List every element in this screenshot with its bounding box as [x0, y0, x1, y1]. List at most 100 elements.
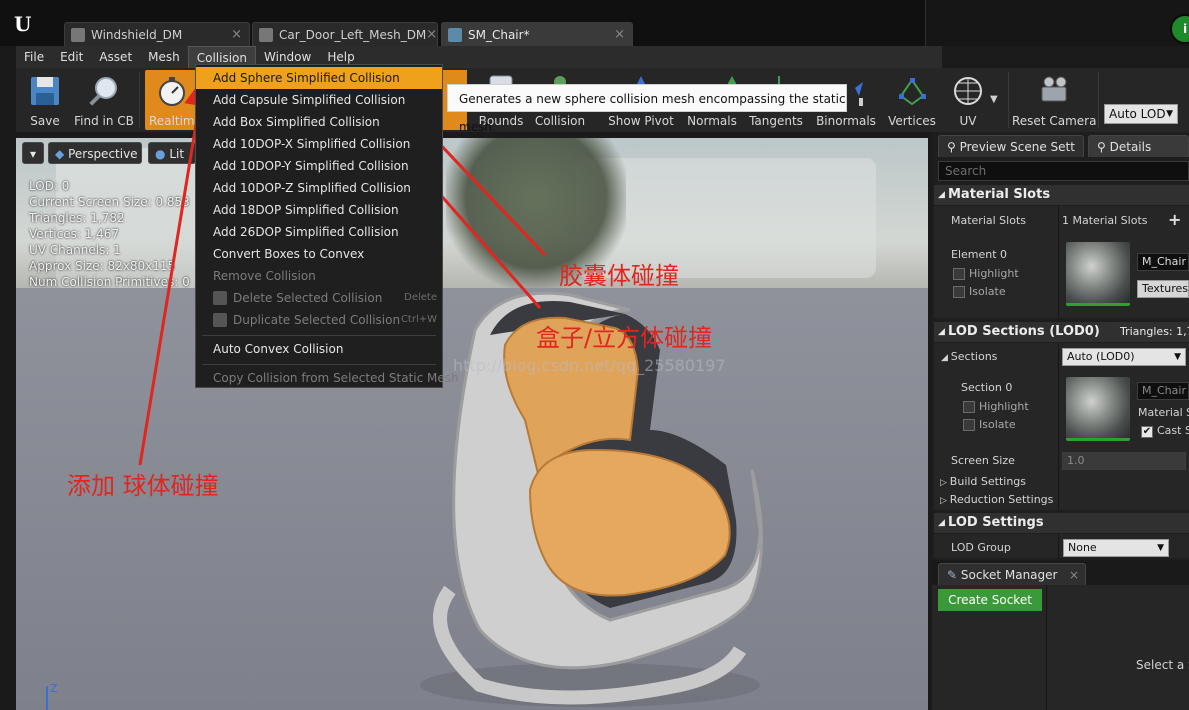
menu-item-add-26dop[interactable]: Add 26DOP Simplified Collision: [196, 221, 442, 243]
element-label: Element 0: [951, 248, 1008, 261]
chevron-down-icon: ▼: [1157, 543, 1164, 553]
sections-label: ◢ Sections: [941, 350, 997, 363]
isolate-checkbox[interactable]: [953, 286, 965, 298]
cast-shadow-checkbox[interactable]: ✔: [1141, 426, 1153, 438]
tooltip: Generates a new sphere collision mesh en…: [447, 84, 847, 134]
highlight-checkbox[interactable]: [953, 268, 965, 280]
create-socket-button[interactable]: Create Socket: [938, 589, 1042, 611]
menu-item-remove-collision[interactable]: Remove Collision: [196, 265, 442, 287]
menu-item-add-10dop-x[interactable]: Add 10DOP-X Simplified Collision: [196, 133, 442, 155]
section-lod-sections[interactable]: ◢ LOD Sections (LOD0) Triangles: 1,78: [934, 322, 1189, 342]
menu-item-convert-boxes[interactable]: Convert Boxes to Convex: [196, 243, 442, 265]
menu-item-copy-collision[interactable]: Copy Collision from Selected Static Mesh: [196, 367, 459, 389]
show-pivot-label: Show Pivot: [608, 114, 674, 128]
section-material-field[interactable]: M_Chair: [1137, 382, 1189, 400]
section-material-thumbnail[interactable]: [1066, 377, 1130, 441]
menu-bar: File Edit Asset Mesh Collision Window He…: [16, 46, 942, 68]
duplicate-icon: [213, 313, 227, 327]
collapse-triangle-icon: ◢: [938, 518, 945, 528]
tab-socket-manager[interactable]: ✎ Socket Manager ×: [938, 563, 1086, 585]
material-thumbnail[interactable]: [1066, 242, 1130, 306]
menu-item-add-10dop-y[interactable]: Add 10DOP-Y Simplified Collision: [196, 155, 442, 177]
find-in-cb-button[interactable]: Find in CB: [74, 70, 134, 130]
close-icon[interactable]: ×: [426, 27, 437, 42]
delete-icon: [213, 291, 227, 305]
menu-file[interactable]: File: [16, 46, 52, 68]
build-settings-row[interactable]: ▷ Build Settings: [940, 475, 1026, 488]
annotation-capsule: 胶囊体碰撞: [559, 262, 679, 290]
close-icon[interactable]: ×: [1069, 564, 1079, 585]
z-axis-label: Z: [50, 682, 58, 695]
close-icon[interactable]: ×: [614, 27, 625, 42]
lit-button[interactable]: ● Lit: [148, 142, 196, 164]
section-title: LOD Settings: [948, 515, 1044, 530]
chair-mesh[interactable]: [380, 290, 800, 710]
textures-button[interactable]: Textures: [1137, 280, 1189, 298]
menu-asset[interactable]: Asset: [91, 46, 140, 68]
highlight-label: Highlight: [969, 267, 1019, 280]
tab-car-door[interactable]: Car_Door_Left_Mesh_DM ×: [252, 22, 438, 46]
menu-item-delete-selected[interactable]: Delete Selected Collision Delete: [196, 287, 442, 309]
reduction-settings-row[interactable]: ▷ Reduction Settings: [940, 493, 1053, 506]
section-lod-settings[interactable]: ◢ LOD Settings: [934, 513, 1189, 533]
section-highlight-checkbox[interactable]: [963, 401, 975, 413]
menu-separator: [202, 335, 436, 336]
search-icon: ⚲: [947, 140, 960, 154]
reset-camera-label: Reset Camera: [1012, 114, 1097, 128]
stat-approx-size: Approx Size: 82x80x115: [29, 259, 176, 273]
tab-details[interactable]: ⚲ Details: [1088, 135, 1189, 157]
menu-separator: [202, 364, 436, 365]
perspective-button[interactable]: ◆ Perspective: [48, 142, 142, 164]
auto-lod-label: Auto LOD: [1109, 107, 1166, 121]
tab-label: Windshield_DM: [91, 27, 183, 42]
menu-mesh[interactable]: Mesh: [140, 46, 188, 68]
collision-menu: Add Sphere Simplified Collision Add Caps…: [195, 64, 459, 389]
lod-group-select[interactable]: None ▼: [1063, 539, 1169, 557]
section0-label: Section 0: [961, 381, 1013, 394]
menu-item-duplicate-selected[interactable]: Duplicate Selected Collision Ctrl+W: [196, 309, 442, 331]
tab-windshield[interactable]: Windshield_DM ×: [64, 22, 250, 46]
uv-button[interactable]: UV: [942, 70, 994, 130]
add-icon[interactable]: +: [1168, 210, 1181, 229]
material-slot-label: Material S: [1138, 406, 1189, 419]
save-icon: [31, 77, 59, 105]
material-name-field[interactable]: M_Chair: [1137, 253, 1189, 271]
uv-grid-icon: [954, 77, 982, 105]
stat-lod: LOD: 0: [29, 179, 70, 193]
menu-item-add-sphere[interactable]: Add Sphere Simplified Collision: [196, 67, 442, 89]
watermark: http://blog.csdn.net/qq_25580197: [453, 356, 726, 375]
tab-sm-chair[interactable]: SM_Chair* ×: [441, 22, 633, 46]
auto-lod-select[interactable]: Auto LOD ▼: [1104, 104, 1178, 124]
menu-item-auto-convex[interactable]: Auto Convex Collision: [196, 338, 442, 360]
save-button[interactable]: Save: [16, 70, 74, 130]
details-search-input[interactable]: Search: [938, 161, 1189, 181]
section-isolate-checkbox[interactable]: [963, 419, 975, 431]
realtime-toggle[interactable]: Realtime: [145, 70, 202, 130]
perspective-label: Perspective: [68, 147, 138, 161]
menu-item-add-capsule[interactable]: Add Capsule Simplified Collision: [196, 89, 442, 111]
sections-lod-select[interactable]: Auto (LOD0) ▼: [1062, 348, 1186, 366]
section-material-slots[interactable]: ◢ Material Slots: [934, 185, 1189, 205]
viewport-options-button[interactable]: ▾: [22, 142, 44, 164]
stat-uv-channels: UV Channels: 1: [29, 243, 121, 257]
select-socket-hint: Select a S: [1136, 658, 1189, 672]
toolbar-separator: [139, 72, 140, 128]
annotation-box: 盒子/立方体碰撞: [536, 324, 713, 352]
tab-label: Socket Manager: [960, 568, 1058, 582]
close-icon[interactable]: ×: [231, 27, 242, 42]
stat-screen-size: Current Screen Size: 0.853: [29, 195, 190, 209]
menu-item-label: Duplicate Selected Collision: [233, 313, 401, 327]
menu-item-add-10dop-z[interactable]: Add 10DOP-Z Simplified Collision: [196, 177, 442, 199]
magnifier-icon: [89, 77, 117, 106]
menu-item-add-18dop[interactable]: Add 18DOP Simplified Collision: [196, 199, 442, 221]
find-in-cb-label: Find in CB: [74, 114, 134, 128]
tab-preview-scene-settings[interactable]: ⚲ Preview Scene Sett: [938, 135, 1084, 157]
menu-item-add-box[interactable]: Add Box Simplified Collision: [196, 111, 442, 133]
screen-size-field[interactable]: 1.0: [1062, 452, 1186, 470]
uv-dropdown-icon[interactable]: ▼: [990, 94, 998, 105]
reset-camera-button[interactable]: Reset Camera: [1012, 70, 1096, 130]
menu-edit[interactable]: Edit: [52, 46, 91, 68]
camera-icon: [1041, 76, 1067, 102]
tab-label: Car_Door_Left_Mesh_DM: [279, 27, 427, 42]
vertices-button[interactable]: Vertices: [883, 70, 941, 130]
